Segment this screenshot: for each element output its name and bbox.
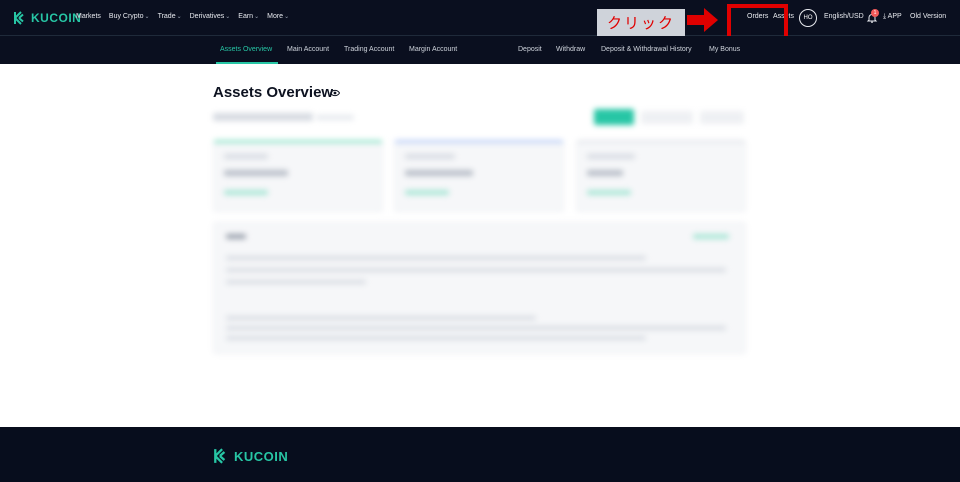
account-subnav: Assets Overview Main Account Trading Acc… xyxy=(0,36,960,64)
chevron-down-icon: ⌄ xyxy=(254,14,260,20)
annotation-click-label: クリック xyxy=(597,9,685,36)
download-icon: ⤓ xyxy=(883,13,887,20)
blurred-account-card xyxy=(576,140,746,212)
blurred-action-button xyxy=(700,111,744,124)
notification-badge: 1 xyxy=(871,9,879,17)
chevron-down-icon: ⌄ xyxy=(176,14,182,20)
nav-buy-crypto-label: Buy Crypto xyxy=(108,13,144,20)
tab-assets-overview[interactable]: Assets Overview xyxy=(220,46,272,53)
blurred-panel-text xyxy=(226,316,536,320)
nav-earn-label: Earn xyxy=(238,13,254,20)
blurred-account-card xyxy=(394,140,564,212)
tab-trading-account[interactable]: Trading Account xyxy=(344,46,394,53)
kucoin-logo-icon xyxy=(214,448,226,464)
my-bonus-link[interactable]: My Bonus xyxy=(709,46,740,53)
blurred-action-button xyxy=(594,109,634,125)
brand-name: KUCOIN xyxy=(31,11,82,25)
blurred-account-card xyxy=(213,140,383,212)
tab-margin-account[interactable]: Margin Account xyxy=(409,46,457,53)
blurred-panel-heading xyxy=(226,234,246,239)
nav-markets[interactable]: Markets xyxy=(76,13,101,20)
blurred-card-text xyxy=(224,170,288,176)
kucoin-logo-icon xyxy=(14,11,24,25)
blurred-card-text xyxy=(405,154,455,159)
annotation-arrow-icon xyxy=(687,8,718,32)
nav-trade-label: Trade xyxy=(157,13,176,20)
blurred-card-text xyxy=(587,170,623,176)
deposit-link[interactable]: Deposit xyxy=(518,46,542,53)
avatar[interactable]: HO xyxy=(799,9,817,27)
blurred-panel-text xyxy=(226,336,646,340)
nav-derivatives[interactable]: Derivatives⌄ xyxy=(190,13,231,20)
active-tab-indicator xyxy=(216,62,278,64)
blurred-card-text xyxy=(405,170,473,176)
footer-kucoin-logo[interactable]: KUCOIN xyxy=(213,448,288,464)
blurred-panel-text xyxy=(226,268,726,272)
footer-brand-name: KUCOIN xyxy=(234,448,289,464)
blurred-card-text xyxy=(224,154,268,159)
nav-markets-label: Markets xyxy=(76,13,101,20)
old-version-link[interactable]: Old Version xyxy=(910,13,946,20)
language-currency-selector[interactable]: English/USD xyxy=(824,13,864,20)
app-label: APP xyxy=(887,13,902,20)
blurred-panel-text xyxy=(226,326,726,330)
blurred-card-text xyxy=(587,190,631,195)
deposit-withdrawal-history-link[interactable]: Deposit & Withdrawal History xyxy=(601,46,692,53)
nav-trade[interactable]: Trade⌄ xyxy=(158,13,182,20)
main-nav: Markets Buy Crypto⌄ Trade⌄ Derivatives⌄ … xyxy=(76,13,289,20)
avatar-initials: HO xyxy=(803,15,813,21)
blurred-card-text xyxy=(405,190,449,195)
blurred-card-text xyxy=(587,154,635,159)
blurred-panel-text xyxy=(226,256,646,260)
chevron-down-icon: ⌄ xyxy=(225,14,231,20)
tab-main-account[interactable]: Main Account xyxy=(287,46,329,53)
nav-buy-crypto[interactable]: Buy Crypto⌄ xyxy=(109,13,150,20)
eye-icon[interactable] xyxy=(330,88,340,98)
blurred-balance-unit xyxy=(316,115,354,120)
blurred-card-text xyxy=(224,190,268,195)
nav-more[interactable]: More⌄ xyxy=(267,13,289,20)
nav-derivatives-label: Derivatives xyxy=(189,13,225,20)
blurred-info-panel xyxy=(213,222,746,354)
nav-earn[interactable]: Earn⌄ xyxy=(238,13,259,20)
page-title: Assets Overview xyxy=(213,84,334,101)
notification-count: 1 xyxy=(873,10,877,16)
blurred-panel-link xyxy=(693,234,729,239)
kucoin-logo[interactable]: KUCOIN xyxy=(13,11,81,25)
chevron-down-icon: ⌄ xyxy=(284,14,290,20)
blurred-balance-total xyxy=(213,113,313,121)
withdraw-link[interactable]: Withdraw xyxy=(556,46,585,53)
top-header: KUCOIN Markets Buy Crypto⌄ Trade⌄ Deriva… xyxy=(0,0,960,36)
nav-more-label: More xyxy=(267,13,284,20)
page-footer: KUCOIN xyxy=(0,427,960,482)
app-download-link[interactable]: ⤓ APP xyxy=(883,13,902,21)
chevron-down-icon: ⌄ xyxy=(144,14,150,20)
blurred-panel-text xyxy=(226,280,366,284)
blurred-action-button xyxy=(641,111,693,124)
